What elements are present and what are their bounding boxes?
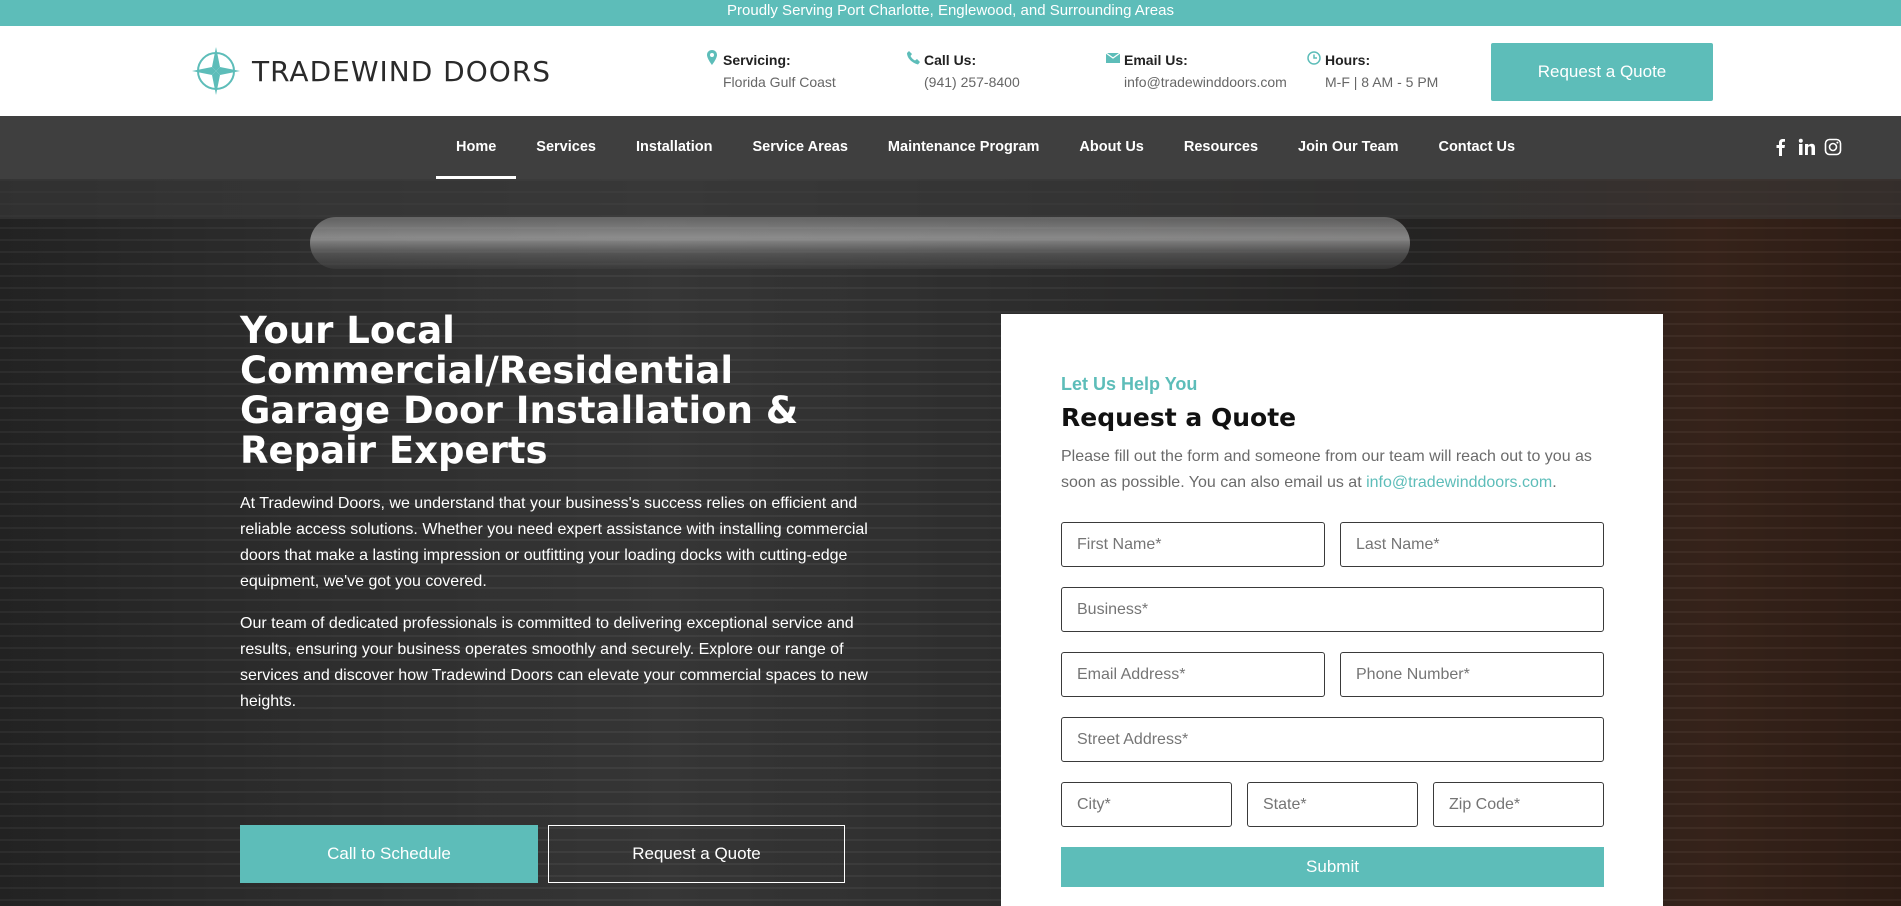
clock-icon <box>1307 51 1321 65</box>
email-field[interactable] <box>1061 652 1325 697</box>
header-request-quote-button[interactable]: Request a Quote <box>1491 43 1713 101</box>
email-info[interactable]: Email Us: info@tradewinddoors.com <box>1106 50 1296 94</box>
quote-form-card: Let Us Help You Request a Quote Please f… <box>1001 314 1663 906</box>
nav-item-maintenance-program[interactable]: Maintenance Program <box>868 116 1060 179</box>
logo-text: TRADEWIND DOORS <box>252 54 552 88</box>
main-nav: Home Services Installation Service Areas… <box>0 116 1901 179</box>
hours-label: Hours: <box>1325 52 1371 68</box>
form-title: Request a Quote <box>1061 403 1297 432</box>
nav-item-services[interactable]: Services <box>516 116 616 179</box>
linkedin-icon[interactable] <box>1798 138 1816 156</box>
first-name-field[interactable] <box>1061 522 1325 567</box>
announcement-bar: Proudly Serving Port Charlotte, Englewoo… <box>0 0 1901 26</box>
nav-item-join-our-team[interactable]: Join Our Team <box>1278 116 1418 179</box>
hero-paragraph-1: At Tradewind Doors, we understand that y… <box>240 495 868 590</box>
servicing-label: Servicing: <box>723 52 791 68</box>
hours-value: M-F | 8 AM - 5 PM <box>1325 74 1439 90</box>
hero-background-beam <box>0 179 1901 219</box>
hero-buttons: Call to Schedule Request a Quote <box>240 825 845 883</box>
street-address-field[interactable] <box>1061 717 1604 762</box>
map-pin-icon <box>707 50 717 65</box>
logo[interactable]: TRADEWIND DOORS <box>190 46 551 96</box>
servicing-info: Servicing: Florida Gulf Coast <box>705 50 845 94</box>
nav-item-about-us[interactable]: About Us <box>1059 116 1163 179</box>
nav-item-resources[interactable]: Resources <box>1164 116 1278 179</box>
hero-background-roller <box>310 217 1410 269</box>
facebook-icon[interactable] <box>1772 138 1790 156</box>
state-field[interactable] <box>1247 782 1418 827</box>
social-links <box>1772 138 1842 156</box>
nav-item-home[interactable]: Home <box>436 116 517 179</box>
phone-field[interactable] <box>1340 652 1604 697</box>
site-header: TRADEWIND DOORS Servicing: Florida Gulf … <box>0 26 1901 116</box>
form-email-link[interactable]: info@tradewinddoors.com <box>1366 474 1552 491</box>
announcement-text: Proudly Serving Port Charlotte, Englewoo… <box>727 2 1174 19</box>
zip-code-field[interactable] <box>1433 782 1604 827</box>
hero-section: Your Local Commercial/Residential Garage… <box>0 179 1901 906</box>
hero-title: Your Local Commercial/Residential Garage… <box>240 309 799 472</box>
hours-info: Hours: M-F | 8 AM - 5 PM <box>1307 50 1457 94</box>
phone-label: Call Us: <box>924 52 977 68</box>
form-eyebrow: Let Us Help You <box>1061 374 1198 394</box>
hero-paragraph-2: Our team of dedicated professionals is c… <box>240 615 868 710</box>
call-to-schedule-button[interactable]: Call to Schedule <box>240 825 538 883</box>
compass-logo-icon <box>192 47 240 95</box>
submit-button[interactable]: Submit <box>1061 847 1604 887</box>
nav-item-service-areas[interactable]: Service Areas <box>733 116 868 179</box>
email-value[interactable]: info@tradewinddoors.com <box>1124 74 1287 90</box>
last-name-field[interactable] <box>1340 522 1604 567</box>
hero-request-quote-button[interactable]: Request a Quote <box>548 825 845 883</box>
envelope-icon <box>1106 52 1120 63</box>
phone-icon <box>907 51 920 65</box>
instagram-icon[interactable] <box>1824 138 1842 156</box>
email-label: Email Us: <box>1124 52 1188 68</box>
servicing-value: Florida Gulf Coast <box>723 74 836 90</box>
hero-content: Your Local Commercial/Residential Garage… <box>240 309 880 883</box>
phone-value[interactable]: (941) 257-8400 <box>924 74 1020 90</box>
form-description: Please fill out the form and someone fro… <box>1061 444 1604 496</box>
city-field[interactable] <box>1061 782 1232 827</box>
business-field[interactable] <box>1061 587 1604 632</box>
nav-item-contact-us[interactable]: Contact Us <box>1418 116 1535 179</box>
phone-info[interactable]: Call Us: (941) 257-8400 <box>906 50 1036 94</box>
nav-item-installation[interactable]: Installation <box>616 116 733 179</box>
form-description-suffix: . <box>1552 474 1557 491</box>
